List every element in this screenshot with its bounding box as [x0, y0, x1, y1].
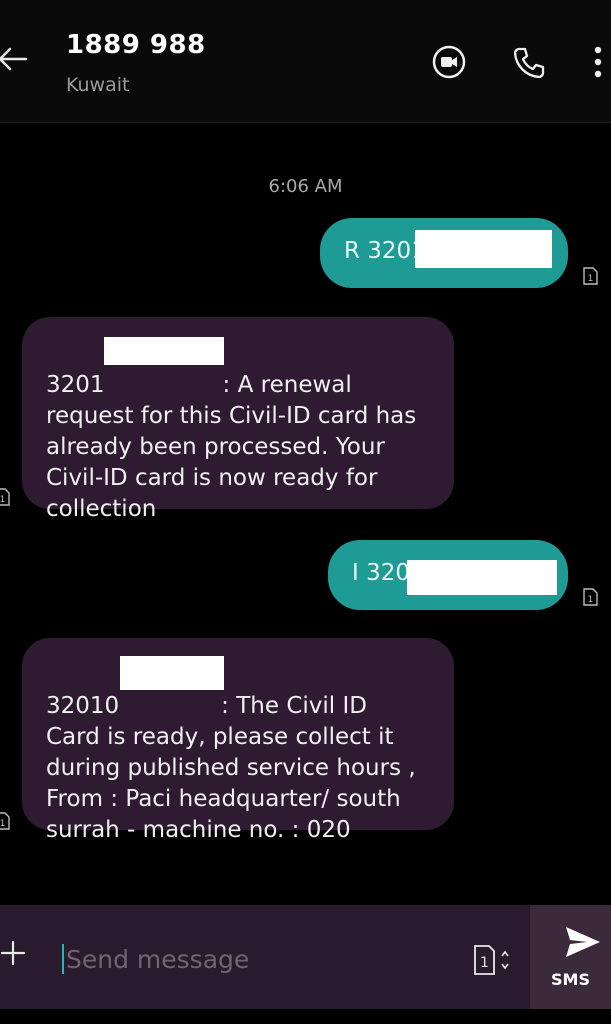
redaction-box [104, 337, 224, 365]
video-call-icon[interactable] [431, 44, 467, 80]
redaction-box [407, 560, 557, 595]
phone-icon[interactable] [511, 44, 547, 80]
sim-card-icon: 1 [583, 588, 598, 606]
message-timestamp: 6:06 AM [268, 176, 343, 197]
incoming-message[interactable]: 3201 : A renewal request for this Civil-I… [22, 317, 454, 522]
message-input[interactable] [60, 936, 446, 982]
message-text: R 3201 [344, 238, 426, 264]
send-button-label: SMS [551, 970, 590, 989]
sim-card-icon: 1 [0, 812, 10, 830]
message-text: Card is ready, please collect it during … [46, 724, 416, 843]
message-text: : The Civil ID [221, 693, 367, 719]
redaction-box [415, 230, 552, 268]
redaction-box [120, 656, 224, 690]
more-vertical-icon[interactable] [588, 44, 608, 80]
svg-text:1: 1 [588, 595, 594, 605]
svg-text:1: 1 [588, 274, 594, 284]
sim-card-icon: 1 [0, 488, 10, 506]
back-arrow-icon[interactable] [0, 42, 30, 76]
svg-text:1: 1 [0, 495, 5, 505]
incoming-message[interactable]: 32010 : The Civil ID Card is ready, pleas… [22, 638, 454, 843]
message-text: : A renewal [222, 372, 352, 398]
message-text: I 320 [352, 560, 410, 586]
contact-location: Kuwait [66, 74, 130, 96]
sim-card-icon: 1 [583, 267, 598, 285]
message-text: 32010 [46, 693, 120, 719]
svg-text:1: 1 [480, 955, 489, 971]
send-icon[interactable] [563, 924, 603, 960]
app-header: 1889 988 Kuwait [0, 0, 611, 123]
svg-text:1: 1 [0, 819, 5, 829]
add-attachment-icon[interactable] [0, 940, 26, 966]
message-text: request for this Civil-ID card has alrea… [46, 403, 417, 522]
sim-select-icon[interactable]: 1 [472, 944, 512, 976]
contact-name: 1889 988 [66, 30, 206, 60]
message-text: 3201 [46, 372, 105, 398]
text-cursor [62, 944, 64, 974]
